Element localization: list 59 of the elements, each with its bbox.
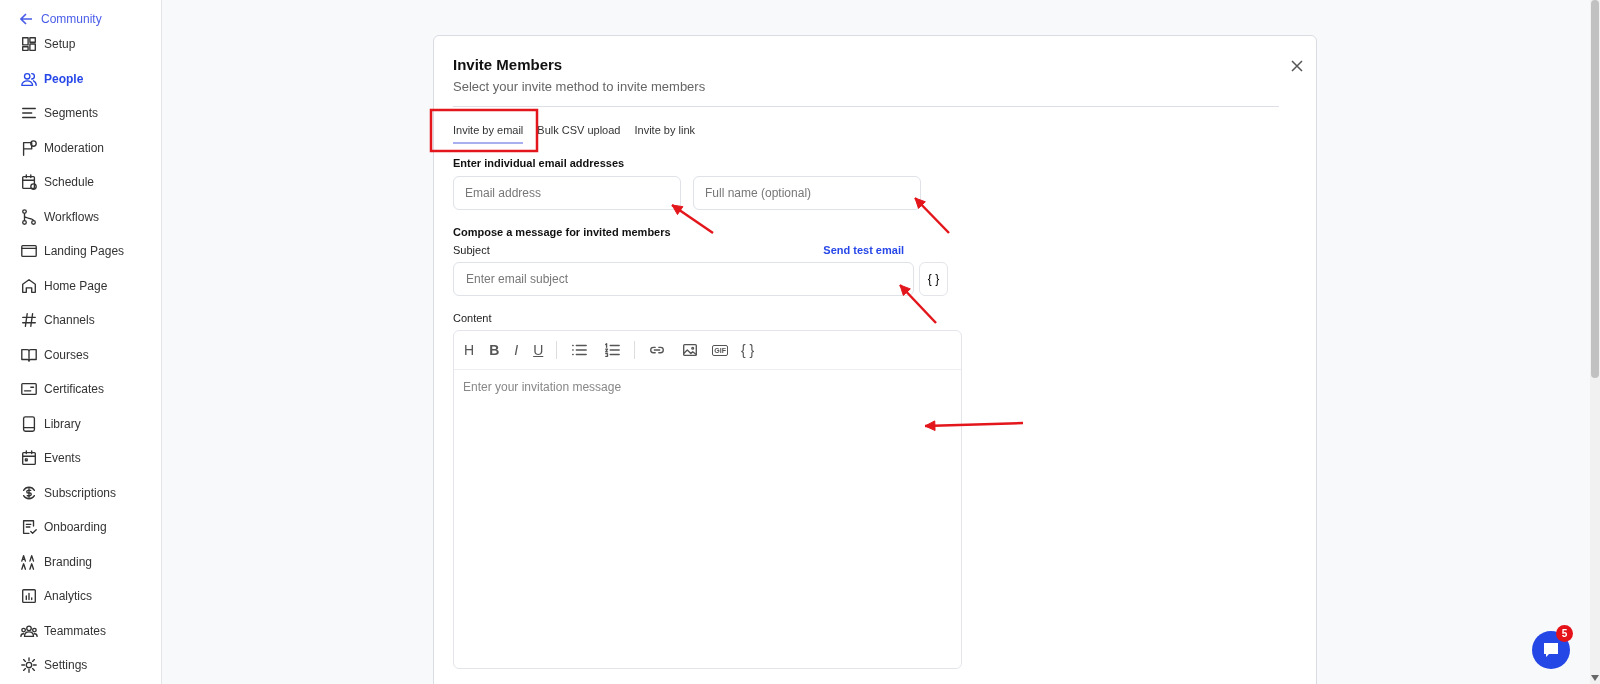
hash-icon <box>20 311 38 330</box>
sidebar-item[interactable]: Subscriptions <box>20 475 161 510</box>
sidebar-item[interactable]: Moderation <box>20 130 161 165</box>
sidebar-item[interactable]: Setup <box>20 27 161 62</box>
sidebar-item[interactable]: Settings <box>20 648 161 683</box>
checklist-icon <box>20 518 38 537</box>
sidebar-item[interactable]: Courses <box>20 337 161 372</box>
tab[interactable]: Bulk CSV upload <box>537 118 621 144</box>
name-field[interactable]: Full name (optional) <box>693 176 921 210</box>
grid-icon <box>20 35 38 54</box>
format-button[interactable]: B <box>487 342 502 358</box>
chat-button[interactable] <box>1532 631 1570 669</box>
sidebar-item[interactable]: Certificates <box>20 372 161 407</box>
branch-icon <box>20 207 38 226</box>
format-button[interactable]: I <box>512 342 521 358</box>
house-icon <box>20 276 38 295</box>
send-test-link[interactable]: Send test email <box>823 244 904 256</box>
sidebar-item[interactable]: Home Page <box>20 268 161 303</box>
flag-icon <box>20 138 38 157</box>
back-link[interactable]: Community <box>20 11 161 27</box>
sidebar-item[interactable]: Landing Pages <box>20 234 161 269</box>
close-icon[interactable] <box>1289 58 1305 74</box>
subject-field[interactable]: Enter email subject <box>453 262 914 296</box>
tab[interactable]: Invite by email <box>453 118 524 144</box>
section-heading: Enter individual email addresses <box>453 157 626 169</box>
scrollbar[interactable] <box>1590 0 1600 684</box>
sidebar-item[interactable]: Library <box>20 406 161 441</box>
field-label: Subject <box>453 244 490 256</box>
annotation-arrow <box>671 203 714 235</box>
dialog-title: Invite Members <box>453 56 564 73</box>
sidebar-item[interactable]: Branding <box>20 544 161 579</box>
sidebar-item[interactable]: Workflows <box>20 199 161 234</box>
format-button[interactable]: { } <box>738 342 757 358</box>
notification-badge: 5 <box>1556 625 1573 642</box>
calendar-icon <box>20 449 38 468</box>
annotation-arrow <box>899 284 937 324</box>
format-button[interactable]: U <box>531 342 546 358</box>
calendar-icon <box>20 173 38 192</box>
dialog-subtitle: Select your invite method to invite members <box>453 79 706 94</box>
sidebar-item[interactable]: People <box>20 61 161 96</box>
sidebar-item[interactable]: Segments <box>20 96 161 131</box>
tablet-icon <box>20 414 38 433</box>
tab[interactable]: Invite by link <box>634 118 695 144</box>
sidebar-item[interactable]: Analytics <box>20 579 161 614</box>
sidebar-item[interactable]: Channels <box>20 303 161 338</box>
scroll-down-icon[interactable] <box>1591 675 1599 681</box>
field-label: Content <box>453 312 493 324</box>
sidebar-item[interactable]: Teammates <box>20 613 161 648</box>
back-arrow-icon <box>20 13 33 25</box>
sidebar-item[interactable]: Events <box>20 441 161 476</box>
annotation-arrow <box>914 197 950 234</box>
sidebar-item[interactable]: Schedule <box>20 165 161 200</box>
chat-bubble-icon <box>1542 641 1560 659</box>
email-field[interactable]: Email address <box>453 176 681 210</box>
variables-button[interactable]: { } <box>919 262 948 296</box>
sidebar-item[interactable]: Onboarding <box>20 510 161 545</box>
chart-icon <box>20 587 38 606</box>
format-button[interactable]: H <box>462 342 477 358</box>
section-heading: Compose a message for invited members <box>453 226 672 238</box>
